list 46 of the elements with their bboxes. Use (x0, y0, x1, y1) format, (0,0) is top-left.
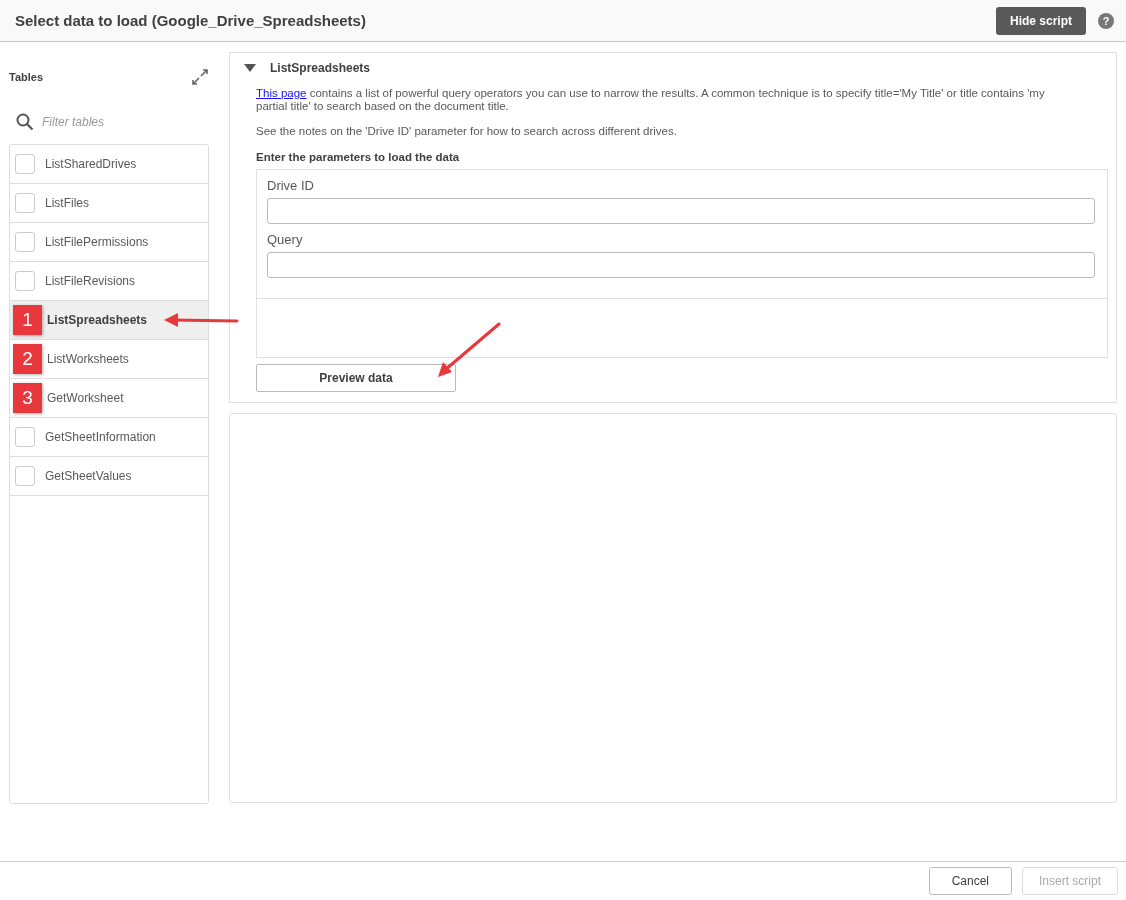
field-label: Query (267, 232, 304, 247)
table-list-item[interactable]: GetSheetValues (10, 457, 208, 496)
field-label: Drive ID (267, 178, 315, 193)
table-name: GetSheetValues (45, 469, 132, 483)
table-name: ListFileRevisions (45, 274, 136, 288)
table-name: GetSheetInformation (45, 430, 156, 444)
tables-heading: Tables (9, 71, 44, 83)
table-title: ListSpreadsheets (270, 61, 371, 75)
table-list-item[interactable]: ListFilePermissions (10, 223, 208, 262)
checkbox[interactable] (15, 466, 35, 486)
footer-button[interactable]: Cancel (928, 867, 1012, 895)
window-title: Select data to load (Google_Drive_Spreadsheets) (15, 12, 367, 29)
parameter-field[interactable] (267, 198, 1095, 224)
search-icon (16, 113, 34, 131)
checkbox[interactable] (15, 427, 35, 447)
table-name: ListSpreadsheets (47, 313, 148, 327)
checkbox[interactable] (15, 154, 35, 174)
table-list-item[interactable]: ListSharedDrives (10, 145, 208, 184)
table-list-item[interactable]: ListFiles (10, 184, 208, 223)
checkbox[interactable] (15, 193, 35, 213)
table-name: GetWorksheet (47, 391, 124, 405)
number-badge: 1 (13, 305, 42, 335)
table-list-item[interactable]: GetSheetInformation (10, 418, 208, 457)
table-list-item[interactable]: 1 ListSpreadsheets (10, 301, 208, 340)
checkbox[interactable] (15, 271, 35, 291)
parameters-heading: Enter the parameters to load the data (256, 151, 461, 163)
table-name: ListFilePermissions (45, 235, 149, 249)
filter-field[interactable]: Filter tables (40, 114, 194, 130)
number-badge: 3 (13, 383, 42, 413)
table-list-item[interactable]: 2 ListWorksheets (10, 340, 208, 379)
table-name: ListSharedDrives (45, 157, 137, 171)
table-list-item[interactable]: 3 GetWorksheet (10, 379, 208, 418)
this-page-link[interactable]: This page (256, 87, 307, 99)
collapse-triangle-icon[interactable] (244, 63, 256, 73)
description-text: This page contains a list of powerful query operators you can use to narrow the results. A common technique is to specify title='My Title' or title contains 'my partial title' to search based on the document title. (256, 87, 1046, 113)
annotation-arrow (438, 322, 501, 377)
table-name: ListFiles (45, 196, 89, 210)
hide-script-button[interactable]: Hide script (996, 6, 1086, 35)
preview-data-button[interactable]: Preview data (256, 364, 456, 392)
checkbox[interactable] (15, 232, 35, 252)
note-text: See the notes on the 'Drive ID' parameter for how to search across different drives. (256, 125, 678, 137)
parameter-field[interactable] (267, 252, 1095, 278)
expand-icon[interactable] (191, 68, 209, 86)
help-icon[interactable]: ? (1098, 12, 1114, 29)
number-badge: 2 (13, 344, 42, 374)
table-name: ListWorksheets (47, 352, 129, 366)
